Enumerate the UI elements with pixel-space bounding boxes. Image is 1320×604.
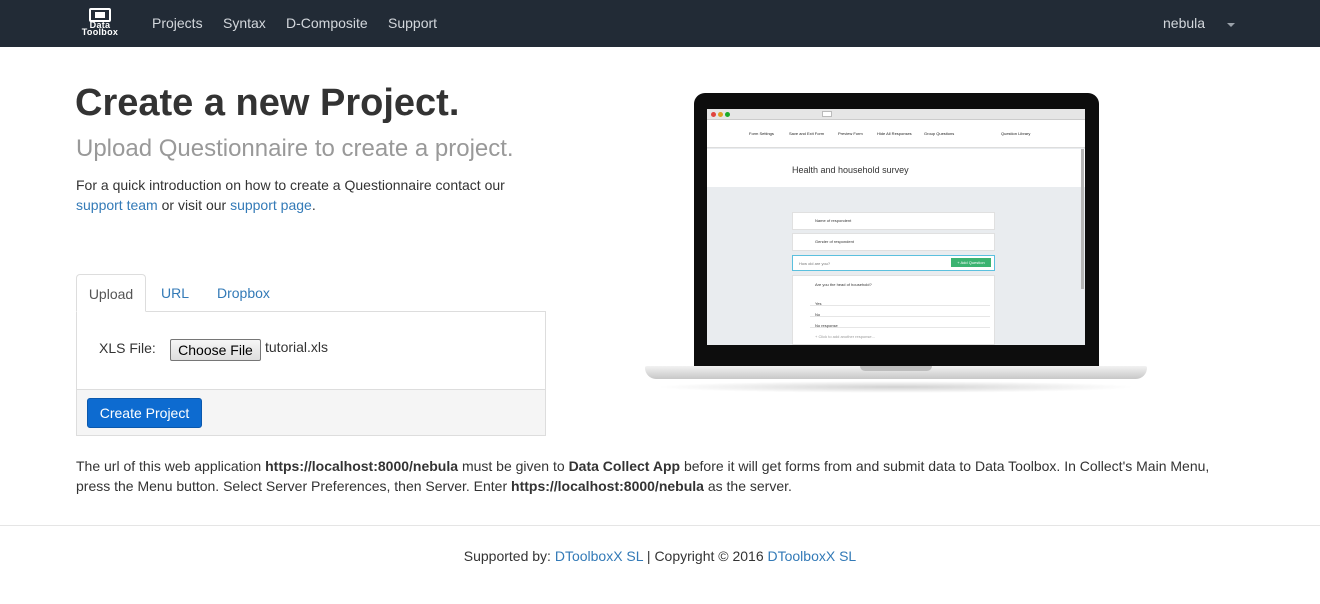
page-footer: Supported by: DToolboxX SL | Copyright ©… — [0, 548, 1320, 564]
brand-logo[interactable]: Data Toolbox — [76, 8, 124, 37]
footer-divider — [0, 525, 1320, 526]
toolbar-save-exit: Save and Exit Form — [789, 131, 825, 136]
option-row-no — [810, 311, 990, 317]
nav-d-composite[interactable]: D-Composite — [286, 15, 368, 31]
laptop-illustration: Form Settings Save and Exit Form Preview… — [645, 92, 1147, 397]
nav-support[interactable]: Support — [388, 15, 437, 31]
option-yes-label: Yes — [815, 301, 822, 306]
upload-panel-body: XLS File: Choose File tutorial.xls — [77, 312, 545, 389]
intro-text: For a quick introduction on how to creat… — [76, 175, 536, 215]
screen-scrollbar — [1081, 149, 1084, 289]
top-navbar: Data Toolbox Projects Syntax D-Composite… — [0, 0, 1320, 47]
choose-file-button[interactable]: Choose File — [170, 339, 261, 361]
option-no-label: No — [815, 312, 821, 317]
user-menu[interactable]: nebula — [1163, 15, 1205, 31]
select-question-label: Are you the head of household? — [815, 282, 872, 287]
support-page-link[interactable]: support page — [230, 197, 312, 213]
add-option-hint: + Click to add another response... — [815, 334, 875, 339]
footer-link-1[interactable]: DToolboxX SL — [555, 548, 643, 564]
page-title: Create a new Project. — [75, 82, 460, 124]
toolbar-form-settings: Form Settings — [749, 131, 774, 136]
browser-bar — [707, 109, 1085, 120]
maximize-dot-icon — [725, 112, 730, 117]
new-question-text: How old are you? — [799, 261, 831, 266]
form-toolbar: Form Settings Save and Exit Form Preview… — [707, 120, 1085, 148]
upload-panel-footer: Create Project — [77, 389, 545, 435]
toolbar-group-questions: Group Questions — [924, 131, 955, 136]
laptop-screen: Form Settings Save and Exit Form Preview… — [707, 109, 1085, 345]
laptop-notch — [860, 366, 932, 371]
page-subtitle: Upload Questionnaire to create a project… — [76, 135, 514, 162]
create-project-button[interactable]: Create Project — [87, 398, 202, 428]
intro-text-mid: or visit our — [161, 197, 227, 213]
footer-copyright: | Copyright © 2016 — [646, 548, 764, 564]
info-url-1: https://localhost:8000/nebula — [265, 458, 459, 474]
info-part-1: The url of this web application — [76, 458, 262, 474]
browser-tab — [822, 111, 832, 117]
option-no-response-label: No response — [815, 323, 838, 328]
close-dot-icon — [711, 112, 716, 117]
add-question-chip: + Add Question — [951, 258, 991, 267]
footer-supported-by: Supported by: — [463, 548, 551, 564]
question-1-label: Name of respondent — [815, 218, 852, 223]
tab-dropbox[interactable]: Dropbox — [217, 274, 270, 312]
toolbar-question-library: Question Library — [1001, 131, 1031, 136]
toolbar-hide-responses: Hide All Responses — [877, 131, 912, 136]
info-part-2: must be given to — [461, 458, 565, 474]
selected-file-name: tutorial.xls — [265, 339, 329, 355]
intro-text-end: . — [311, 197, 316, 213]
footer-link-2[interactable]: DToolboxX SL — [768, 548, 857, 564]
nav-projects[interactable]: Projects — [152, 15, 203, 31]
brand-line-2: Toolbox — [81, 27, 119, 37]
support-team-link[interactable]: support team — [76, 197, 158, 213]
server-info-text: The url of this web application https://… — [76, 456, 1246, 496]
upload-panel: XLS File: Choose File tutorial.xls Creat… — [76, 311, 546, 436]
toolbar-preview: Preview Form — [838, 131, 863, 136]
info-part-4: as the server. — [707, 478, 792, 494]
info-url-2: https://localhost:8000/nebula — [511, 478, 704, 494]
question-2-label: Gender of respondent — [815, 239, 854, 244]
upload-tabs: Upload URL Dropbox — [76, 274, 546, 312]
tab-url[interactable]: URL — [161, 274, 189, 312]
form-title: Health and household survey — [792, 165, 909, 175]
tab-upload[interactable]: Upload — [76, 274, 146, 312]
option-row-yes — [810, 300, 990, 306]
xls-file-label: XLS File: — [99, 340, 156, 356]
info-app-name: Data Collect App — [568, 458, 681, 474]
nav-syntax[interactable]: Syntax — [223, 15, 266, 31]
intro-text-start: For a quick introduction on how to creat… — [76, 177, 505, 193]
chevron-down-icon[interactable] — [1227, 23, 1235, 27]
laptop-shadow — [655, 381, 1137, 393]
minimize-dot-icon — [718, 112, 723, 117]
